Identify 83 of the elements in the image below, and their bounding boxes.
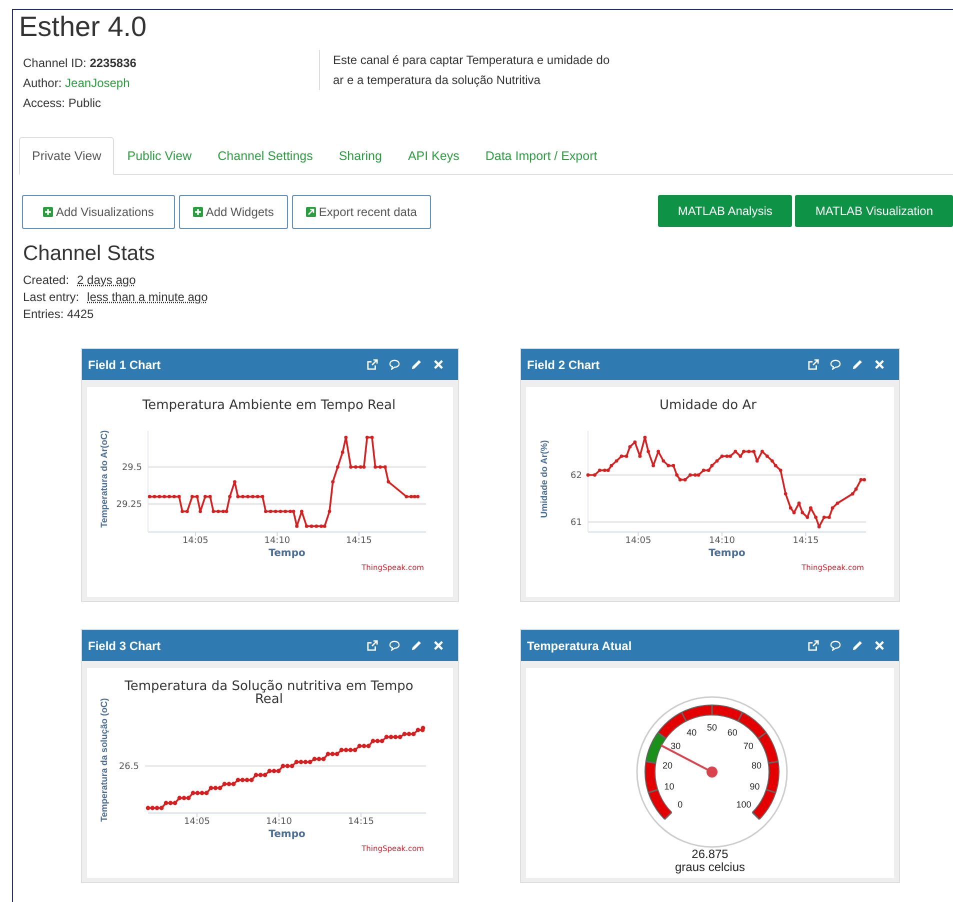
close-icon[interactable]: [874, 359, 885, 370]
info-text: Access: Public: [23, 95, 102, 111]
tab[interactable]: Public View: [114, 137, 205, 175]
chart-title: Umidade do Ar: [658, 399, 758, 415]
card-title: Field 3 Chart: [88, 638, 162, 652]
info-label: Author:: [23, 76, 62, 90]
gauge-label: 90: [749, 781, 760, 792]
plus-icon: [43, 207, 53, 217]
external-link-icon[interactable]: [808, 359, 819, 370]
chart-title: Temperatura Ambiente em Tempo Real: [141, 399, 397, 415]
gauge-needle: [660, 744, 717, 778]
tick-label: 14:15: [345, 536, 372, 546]
external-link-icon[interactable]: [367, 640, 378, 651]
tick-label: 14:05: [624, 536, 651, 546]
info-text: Channel ID: 2235836: [23, 55, 138, 71]
arrow-icon: [306, 207, 316, 217]
axis-title: Tempo: [268, 829, 305, 840]
axis-title: Tempo: [708, 548, 745, 559]
close-icon[interactable]: [433, 359, 444, 370]
tick-label: 62: [570, 471, 582, 481]
comment-icon[interactable]: [830, 640, 841, 651]
axis-title: Tempo: [268, 548, 305, 559]
section-title: Channel Stats: [23, 241, 155, 267]
close-icon[interactable]: [433, 640, 444, 651]
axis-title: Umidade do Ar(%): [538, 440, 548, 518]
edit-icon[interactable]: [852, 359, 863, 370]
stat-label: Created:: [23, 273, 70, 287]
stat-value: less than a minute ago: [87, 290, 208, 304]
matlab-button[interactable]: MATLAB Visualization: [795, 195, 953, 227]
plus-icon: [192, 207, 203, 217]
tick-label: 14:05: [182, 536, 208, 546]
tab[interactable]: Private View: [19, 137, 114, 175]
author-link[interactable]: JeanJoseph: [65, 76, 130, 90]
tick-label: 14:10: [708, 536, 734, 546]
gauge-label: 0: [677, 799, 682, 810]
gauge-label: 10: [664, 781, 674, 792]
matlab-button[interactable]: MATLAB Analysis: [658, 195, 792, 227]
tick-label: 14:05: [184, 817, 210, 827]
stat-label: Last entry:: [23, 290, 80, 304]
add-button[interactable]: Add Visualizations: [22, 195, 175, 229]
axis-title: Temperatura da solução (oC): [98, 698, 108, 822]
gauge-label: 30: [670, 741, 680, 752]
tick-label: 14:10: [264, 536, 290, 546]
card-title: Field 2 Chart: [527, 358, 601, 372]
export-button[interactable]: Export recent data: [292, 195, 431, 229]
external-link-icon[interactable]: [808, 640, 819, 651]
gauge-label: 20: [662, 760, 672, 770]
tab[interactable]: Sharing: [326, 137, 395, 175]
card-title: Field 1 Chart: [88, 358, 162, 372]
gauge-label: 40: [686, 727, 696, 738]
gauge-label: 100: [736, 799, 751, 810]
tab[interactable]: API Keys: [394, 137, 472, 175]
edit-icon[interactable]: [411, 359, 422, 370]
tick-label: 14:15: [348, 817, 374, 827]
chart-title: Temperatura da Solução nutritiva em Tempo Real: [124, 680, 414, 709]
comment-icon[interactable]: [389, 640, 400, 651]
gauge-label: 60: [726, 727, 737, 738]
channel-title: Esther 4.0: [19, 10, 147, 43]
comment-icon[interactable]: [830, 359, 841, 370]
axis-title: Temperatura do Ar(oC): [98, 430, 108, 528]
add-button[interactable]: Add Widgets: [178, 195, 288, 229]
close-icon[interactable]: [874, 640, 885, 651]
tick-label: 61: [570, 518, 582, 528]
external-link-icon[interactable]: [367, 359, 378, 370]
tab[interactable]: Data Import / Export: [472, 137, 610, 175]
gauge-units: graus celcius: [674, 861, 746, 874]
entries-text: Entries: 4425: [23, 307, 95, 321]
tick-label: 29.5: [121, 462, 142, 473]
gauge-value: 26.875: [692, 848, 728, 861]
tick-label: 29.25: [116, 500, 142, 510]
edit-icon[interactable]: [411, 640, 422, 651]
tab[interactable]: Channel Settings: [204, 137, 326, 175]
tick-label: 14:15: [792, 536, 818, 546]
edit-icon[interactable]: [852, 640, 863, 651]
comment-icon[interactable]: [389, 359, 400, 370]
gauge-label: 80: [750, 760, 761, 770]
tick-label: 14:10: [266, 817, 292, 827]
tick-label: 26.5: [118, 762, 138, 772]
gauge-label: 70: [742, 741, 753, 752]
gauge-label: 50: [706, 722, 716, 732]
channel-description: Este canal é para captar Temperatura e umidade do ar e a temperatura da solução Nutritiva: [319, 50, 623, 90]
stat-value: 2 days ago: [77, 273, 136, 287]
card-title: Temperatura Atual: [527, 638, 633, 652]
